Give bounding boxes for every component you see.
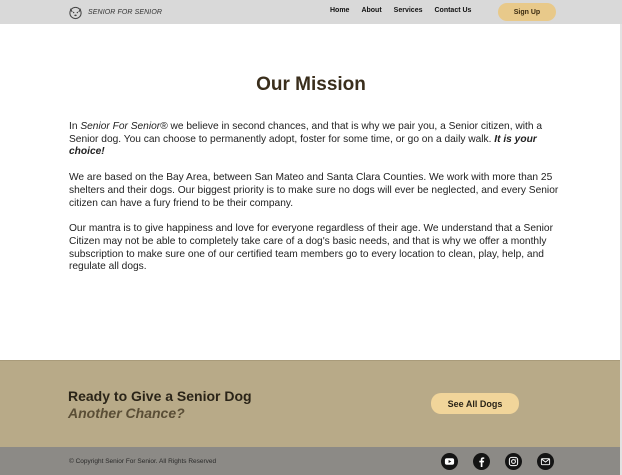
youtube-icon[interactable]	[441, 453, 458, 470]
mission-paragraph-3: Our mantra is to give happiness and love…	[69, 223, 553, 273]
nav-services[interactable]: Services	[394, 7, 423, 14]
dog-logo-icon	[68, 5, 83, 20]
mail-icon[interactable]	[537, 453, 554, 470]
cta-subheading: Another Chance?	[68, 405, 185, 421]
brand-logo-link[interactable]: SENIOR FOR SENIOR	[68, 4, 162, 20]
cta-banner: Ready to Give a Senior Dog Another Chanc…	[0, 360, 620, 448]
site-header: SENIOR FOR SENIOR Home About Services Co…	[0, 0, 622, 24]
nav-about[interactable]: About	[361, 7, 381, 14]
mission-paragraph-2: We are based on the Bay Area, between Sa…	[69, 172, 559, 209]
copyright-text: © Copyright Senior For Senior. All Right…	[69, 458, 217, 465]
page-title: Our Mission	[256, 74, 366, 95]
mission-paragraph-1: In Senior For Senior® we believe in seco…	[69, 121, 559, 159]
facebook-icon[interactable]	[473, 453, 490, 470]
site-footer: © Copyright Senior For Senior. All Right…	[0, 447, 620, 475]
main-nav: Home About Services Contact Us	[330, 7, 483, 14]
brand-mention: Senior For Senior®	[80, 121, 168, 132]
brand-name: SENIOR FOR SENIOR	[88, 8, 163, 16]
sign-up-button[interactable]: Sign Up	[498, 3, 556, 21]
instagram-icon[interactable]	[505, 453, 522, 470]
cta-heading: Ready to Give a Senior Dog	[68, 388, 252, 404]
p1-intro: In	[69, 121, 81, 132]
see-all-dogs-button[interactable]: See All Dogs	[431, 393, 519, 414]
nav-contact-us[interactable]: Contact Us	[434, 7, 471, 14]
social-links	[441, 453, 569, 470]
nav-home[interactable]: Home	[330, 7, 349, 14]
mission-content: In Senior For Senior® we believe in seco…	[69, 121, 559, 287]
